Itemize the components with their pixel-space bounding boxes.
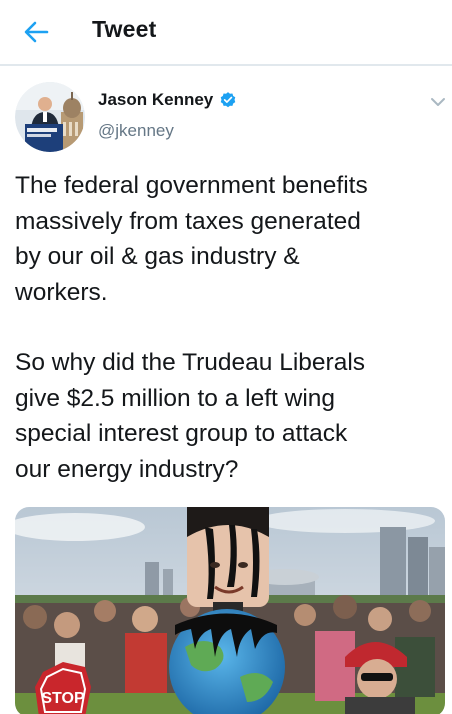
author-handle[interactable]: @jkenney — [98, 121, 174, 141]
author-name-row: Jason Kenney — [98, 90, 237, 110]
tweet-paragraph: So why did the Trudeau Liberals give $2.… — [15, 349, 366, 483]
chevron-down-icon[interactable] — [428, 92, 448, 112]
tweet-text: The federal government benefits massivel… — [15, 168, 440, 487]
page-title: Tweet — [92, 16, 157, 42]
protest-photo: STOP — [15, 507, 445, 714]
tweet-media-photo[interactable]: STOP — [15, 507, 445, 714]
verified-badge-icon — [220, 92, 236, 108]
stop-sign-text: STOP — [41, 690, 85, 707]
arrow-left-icon — [24, 21, 49, 43]
top-bar: Tweet — [0, 0, 452, 66]
tweet-paragraph: The federal government benefits massivel… — [15, 172, 368, 306]
back-button[interactable] — [18, 14, 54, 50]
avatar-photo — [15, 82, 85, 152]
author-display-name[interactable]: Jason Kenney — [98, 90, 213, 110]
avatar[interactable] — [15, 82, 85, 152]
